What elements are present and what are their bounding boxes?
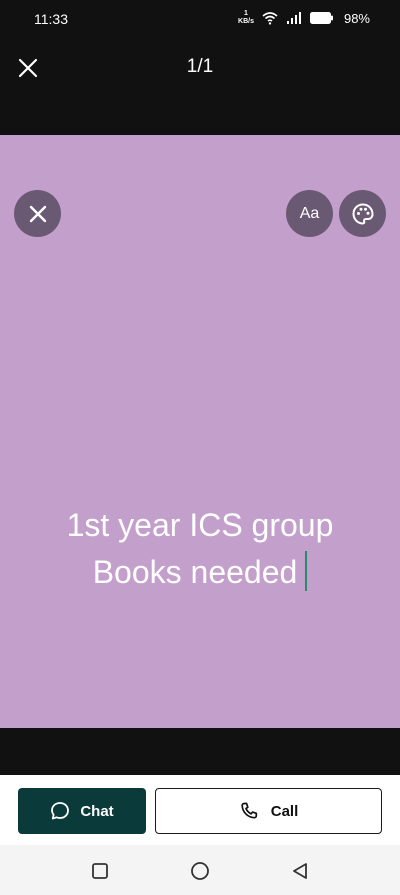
discard-button[interactable]	[14, 190, 61, 237]
chat-bubble-icon	[51, 802, 70, 820]
text-caret	[305, 551, 308, 591]
close-icon	[29, 205, 46, 222]
signal-icon	[286, 12, 301, 24]
network-speed: 1 KB/s	[238, 10, 254, 26]
nav-back-button[interactable]	[289, 860, 311, 882]
screen: 11:33 1 KB/s 98% 1/1 Aa 1st year ICS gro…	[0, 0, 400, 895]
status-time: 11:33	[34, 11, 68, 27]
square-icon	[92, 863, 108, 879]
triangle-back-icon	[293, 863, 307, 879]
circle-icon	[191, 862, 209, 880]
status-icons: 1 KB/s 98%	[238, 9, 370, 27]
network-speed-unit: KB/s	[238, 18, 254, 25]
lower-band	[0, 728, 400, 775]
system-nav-bar	[0, 845, 400, 895]
nav-recents-button[interactable]	[89, 860, 111, 882]
status-preview[interactable]: Aa 1st year ICS group Books needed	[0, 135, 400, 728]
phone-icon	[241, 802, 257, 819]
status-text-line-2: Books needed	[92, 554, 298, 590]
status-text-line-2-wrap: Books needed	[0, 549, 400, 596]
battery-icon	[309, 12, 333, 24]
status-bar: 11:33 1 KB/s 98%	[0, 0, 400, 36]
action-bar: Chat Call	[0, 775, 400, 845]
font-button[interactable]: Aa	[286, 190, 333, 237]
nav-home-button[interactable]	[189, 860, 211, 882]
page-counter: 1/1	[186, 56, 214, 77]
palette-icon	[351, 202, 374, 225]
network-speed-value: 1	[244, 10, 248, 17]
status-text-line-1: 1st year ICS group	[66, 507, 334, 543]
battery-percent: 98%	[343, 10, 370, 26]
call-button-label: Call	[270, 802, 299, 820]
color-button[interactable]	[339, 190, 386, 237]
status-text-input[interactable]: 1st year ICS group Books needed	[0, 502, 400, 596]
chat-button-label: Chat	[80, 802, 114, 820]
font-button-label: Aa	[299, 204, 320, 222]
chat-button[interactable]: Chat	[18, 788, 146, 834]
top-header: 1/1	[0, 36, 400, 135]
call-button[interactable]: Call	[155, 788, 382, 834]
wifi-icon	[262, 12, 278, 25]
